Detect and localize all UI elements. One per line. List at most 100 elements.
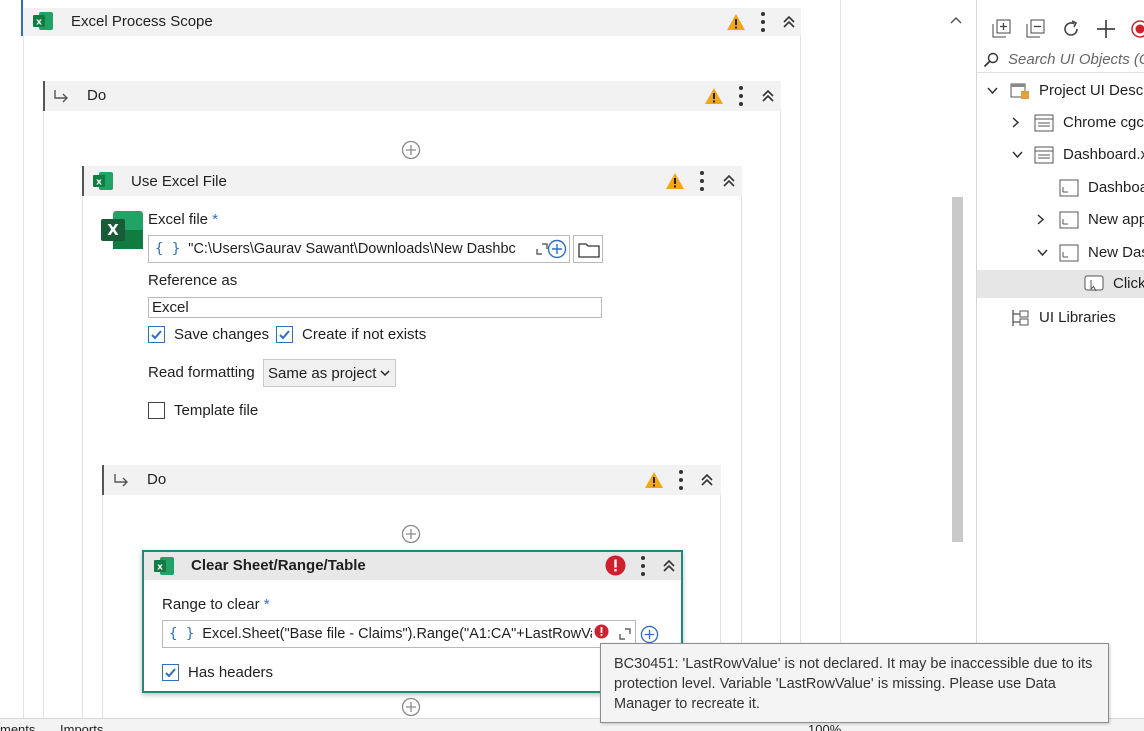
read-formatting-dropdown[interactable]: Same as project: [263, 359, 396, 387]
template-file-label[interactable]: Template file: [174, 402, 258, 419]
tree-item-ui-libraries[interactable]: UI Libraries: [977, 305, 1144, 331]
check-icon: [151, 330, 162, 340]
element-icon: [1084, 275, 1104, 292]
more-options-icon[interactable]: [699, 171, 705, 191]
search-placeholder: Search UI Objects (Ct: [1008, 51, 1144, 68]
expression-brace-icon[interactable]: { }: [163, 626, 202, 642]
vertical-scrollbar-thumb[interactable]: [952, 197, 963, 542]
tree-item-label: Click: [1113, 275, 1144, 292]
chevron-down-icon[interactable]: [1037, 249, 1048, 257]
read-formatting-label: Read formatting: [148, 364, 255, 381]
range-label-text: Range to clear: [162, 596, 260, 613]
more-options-icon[interactable]: [738, 86, 744, 106]
browse-button[interactable]: [573, 235, 603, 263]
svg-text:x: x: [157, 563, 163, 573]
required-mark: *: [263, 596, 270, 613]
more-options-icon[interactable]: [640, 556, 646, 576]
object-repository-panel: Search UI Objects (Ct Project UI Descr C…: [976, 0, 1144, 718]
do-outer-header[interactable]: Do: [43, 81, 781, 111]
excel-icon: x: [93, 172, 113, 190]
status-tab[interactable]: ments: [0, 722, 35, 731]
range-to-clear-label: Range to clear *: [162, 596, 270, 613]
save-changes-label[interactable]: Save changes: [174, 326, 269, 343]
collapse-all-icon[interactable]: [1026, 19, 1045, 38]
collapse-icon[interactable]: [722, 174, 736, 188]
screen-icon: [1059, 179, 1079, 197]
tree-item-click[interactable]: Click: [977, 270, 1144, 298]
add-icon[interactable]: [1096, 19, 1116, 39]
do-outer-title: Do: [87, 87, 107, 104]
more-options-icon[interactable]: [760, 12, 766, 32]
range-to-clear-input[interactable]: { } Excel.Sheet("Base file - Claims").Ra…: [162, 620, 636, 648]
expand-all-icon[interactable]: [992, 19, 1011, 38]
excel-file-input[interactable]: { } "C:\Users\Gaurav Sawant\Downloads\Ne…: [148, 235, 570, 263]
check-icon: [279, 330, 290, 340]
reference-label: Reference as: [148, 272, 238, 289]
collapse-icon[interactable]: [761, 89, 775, 103]
template-file-checkbox[interactable]: [148, 402, 165, 419]
save-changes-checkbox[interactable]: [148, 326, 165, 343]
tree-item-dashboard[interactable]: Dashboard.x: [977, 142, 1144, 168]
has-headers-label[interactable]: Has headers: [188, 664, 273, 681]
tree-item-project[interactable]: Project UI Descr: [977, 78, 1144, 104]
scroll-up-icon[interactable]: [949, 14, 963, 26]
app-window-icon: [1034, 146, 1054, 164]
plus-circle-icon[interactable]: [640, 625, 659, 644]
tree-item-chrome[interactable]: Chrome cgcr: [977, 110, 1144, 136]
chevron-right-icon[interactable]: [1012, 117, 1020, 128]
project-icon: [1010, 83, 1029, 99]
do-arrow-icon: [54, 90, 68, 103]
search-icon: [983, 52, 999, 68]
add-activity-icon[interactable]: [401, 524, 421, 544]
range-value: Excel.Sheet("Base file - Claims").Range(…: [202, 626, 593, 642]
expression-brace-icon[interactable]: { }: [149, 241, 188, 257]
add-activity-icon[interactable]: [401, 697, 421, 717]
error-icon[interactable]: [594, 624, 609, 639]
use-excel-header[interactable]: x Use Excel File: [82, 166, 742, 196]
chevron-down-icon[interactable]: [987, 87, 998, 95]
plus-circle-icon[interactable]: [547, 239, 567, 259]
warning-icon[interactable]: [704, 87, 724, 105]
clear-sheet-header[interactable]: x Clear Sheet/Range/Table: [144, 552, 681, 580]
record-icon[interactable]: [1131, 20, 1144, 38]
collapse-icon[interactable]: [782, 15, 796, 29]
svg-text:x: x: [96, 178, 102, 188]
collapse-icon[interactable]: [662, 559, 676, 573]
collapse-icon[interactable]: [700, 473, 714, 487]
use-excel-left-bar: [82, 166, 84, 196]
library-icon: [1012, 310, 1029, 326]
canvas-divider: [840, 0, 841, 718]
do-inner-left-bar: [102, 465, 104, 495]
zoom-level[interactable]: 100%: [808, 722, 841, 731]
reference-value: Excel: [152, 299, 189, 316]
do-arrow-icon: [114, 474, 128, 487]
warning-icon[interactable]: [665, 172, 685, 190]
excel-scope-header[interactable]: x Excel Process Scope: [23, 8, 801, 36]
reference-input[interactable]: Excel: [148, 297, 602, 318]
chevron-right-icon[interactable]: [1037, 214, 1045, 225]
error-icon[interactable]: [605, 555, 626, 576]
add-activity-icon[interactable]: [401, 140, 421, 160]
tree-item-dashboa[interactable]: Dashboa: [977, 175, 1144, 201]
tree-item-new-app[interactable]: New app: [977, 207, 1144, 233]
app-window-icon: [1034, 114, 1054, 132]
status-tab[interactable]: Imports: [60, 722, 103, 731]
tree-item-label: Chrome cgcr: [1063, 114, 1144, 131]
screen-icon: [1059, 211, 1079, 229]
warning-icon[interactable]: [644, 471, 664, 489]
more-options-icon[interactable]: [678, 470, 684, 490]
svg-text:x: x: [36, 18, 42, 28]
excel-file-value: "C:\Users\Gaurav Sawant\Downloads\New Da…: [188, 241, 516, 257]
chevron-down-icon: [380, 370, 390, 377]
create-if-not-exists-checkbox[interactable]: [276, 326, 293, 343]
tree-item-new-das[interactable]: New Das: [977, 240, 1144, 266]
do-inner-header[interactable]: Do: [102, 465, 721, 495]
chevron-down-icon[interactable]: [1012, 151, 1023, 159]
excel-logo-icon: X: [101, 211, 143, 249]
expand-icon[interactable]: [619, 628, 631, 640]
refresh-icon[interactable]: [1061, 19, 1081, 39]
warning-icon[interactable]: [726, 13, 746, 31]
search-bar[interactable]: Search UI Objects (Ct: [977, 47, 1144, 73]
create-if-not-exists-label[interactable]: Create if not exists: [302, 326, 426, 343]
has-headers-checkbox[interactable]: [162, 664, 179, 681]
